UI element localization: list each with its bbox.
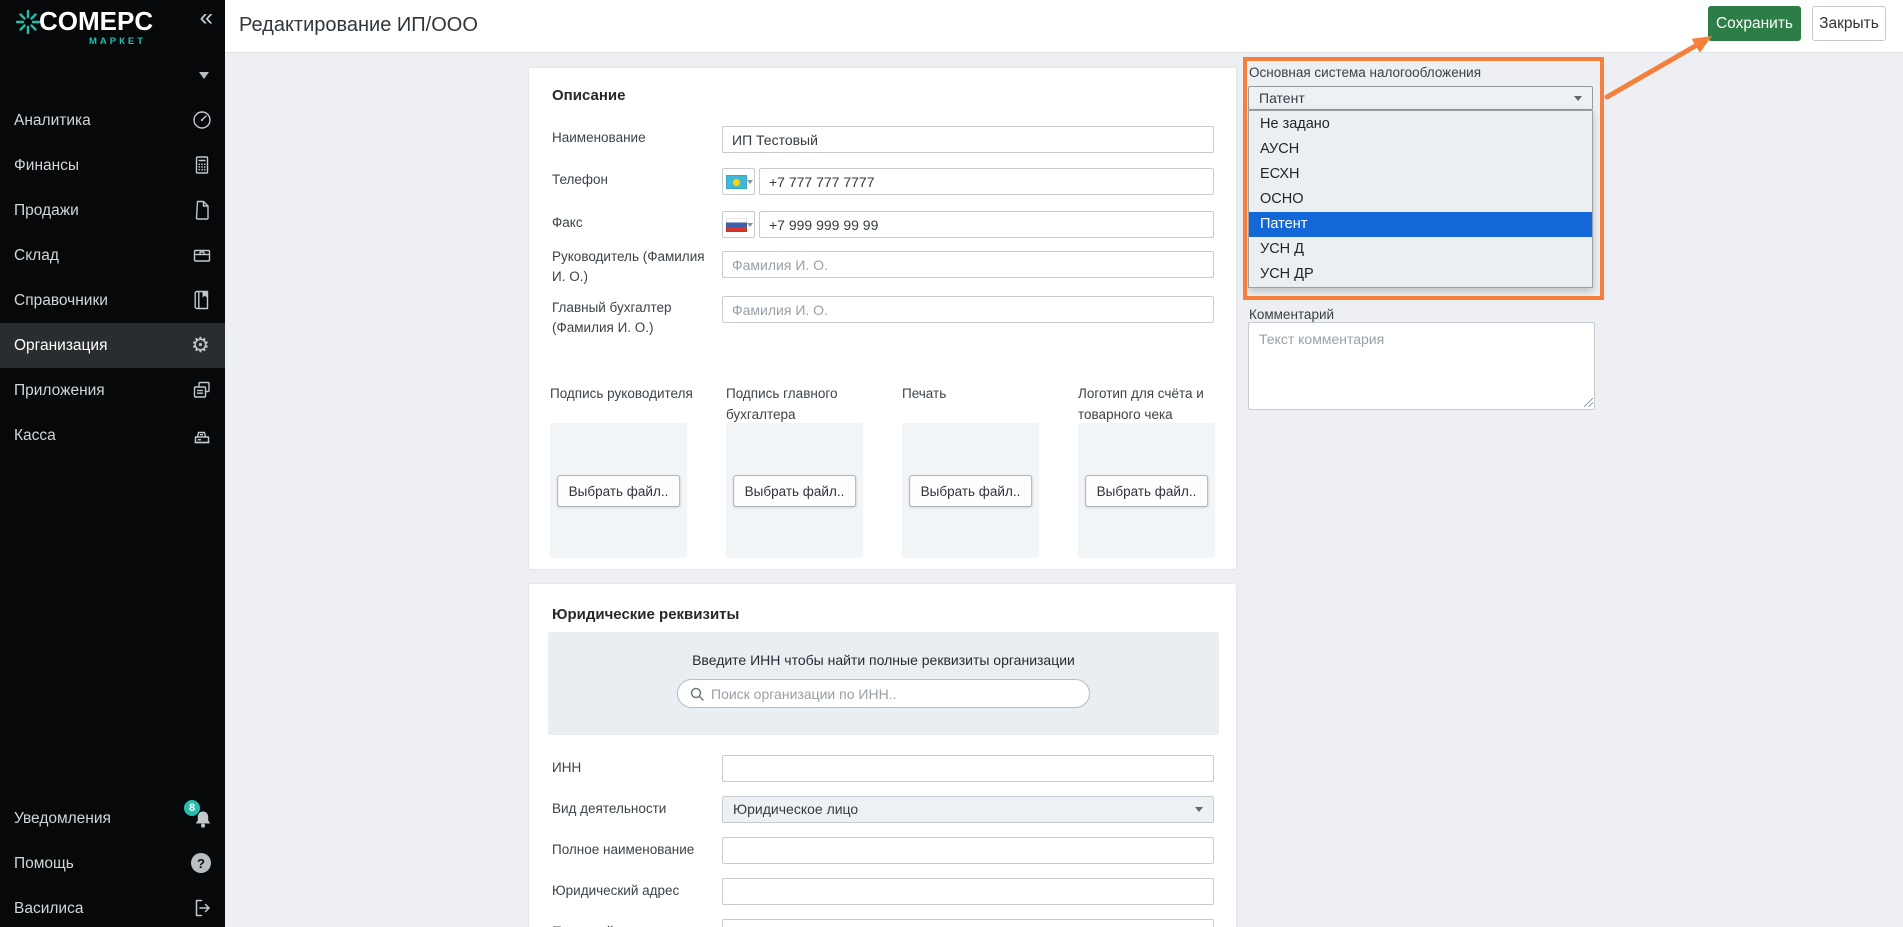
choose-file-button[interactable]: Выбрать файл..: [1085, 475, 1209, 507]
tax-option[interactable]: АУСН: [1249, 136, 1592, 161]
fax-label: Факс: [552, 213, 720, 233]
chevron-down-icon: [1574, 96, 1582, 101]
tax-option[interactable]: Не задано: [1249, 111, 1592, 136]
activity-type-value: Юридическое лицо: [733, 797, 858, 822]
upload-dropzone[interactable]: Выбрать файл..: [1078, 423, 1215, 558]
page-title: Редактирование ИП/ООО: [239, 14, 478, 37]
name-input[interactable]: [722, 126, 1214, 153]
sidebar-collapse-icon[interactable]: «: [200, 4, 213, 33]
director-input[interactable]: [722, 251, 1214, 278]
sidebar-item-applications[interactable]: Приложения: [0, 368, 225, 413]
comment-label: Комментарий: [1249, 307, 1334, 322]
tax-option[interactable]: УСН ДР: [1249, 262, 1592, 287]
sidebar: COMEPC МАРКЕТ « Аналитика Финансы: [0, 0, 225, 927]
tax-system-select[interactable]: Патент: [1248, 86, 1593, 110]
fax-input[interactable]: [759, 211, 1214, 238]
gear-icon: ⚙: [191, 334, 213, 356]
inn-label: ИНН: [552, 758, 720, 778]
sidebar-item-warehouse[interactable]: Склад: [0, 233, 225, 278]
tax-system-label: Основная система налогообложения: [1249, 65, 1481, 80]
chevron-down-icon[interactable]: [199, 72, 209, 79]
brand-subtitle: МАРКЕТ: [89, 36, 146, 47]
tax-option[interactable]: ЕСХН: [1249, 161, 1592, 186]
accountant-label: Главный бухгалтер (Фамилия И. О.): [552, 298, 720, 337]
kazakhstan-flag-icon: [726, 175, 747, 189]
postal-address-input[interactable]: [722, 919, 1214, 927]
inn-search-panel: Введите ИНН чтобы найти полные реквизиты…: [548, 632, 1219, 735]
legal-address-label: Юридический адрес: [552, 881, 720, 901]
tax-option[interactable]: Патент: [1249, 212, 1592, 237]
tax-system-dropdown: Не задано АУСН ЕСХН ОСНО Патент УСН Д УС…: [1248, 110, 1593, 288]
box-icon: [191, 244, 213, 266]
upload-dropzone[interactable]: Выбрать файл..: [726, 423, 863, 558]
sidebar-item-notifications[interactable]: Уведомления 8: [0, 796, 225, 841]
inn-input[interactable]: [722, 755, 1214, 782]
director-label: Руководитель (Фамилия И. О.): [552, 247, 720, 286]
apps-icon: [191, 379, 213, 401]
accountant-input[interactable]: [722, 296, 1214, 323]
cash-register-icon: [191, 424, 213, 446]
choose-file-button[interactable]: Выбрать файл..: [909, 475, 1033, 507]
section-title-legal: Юридические реквизиты: [552, 606, 739, 623]
sidebar-item-directories[interactable]: Справочники: [0, 278, 225, 323]
starburst-icon: [15, 9, 41, 35]
inn-search-field: [677, 679, 1090, 708]
phone-country-select[interactable]: [722, 168, 755, 195]
sidebar-item-cashdesk[interactable]: Касса: [0, 413, 225, 458]
choose-file-button[interactable]: Выбрать файл..: [733, 475, 857, 507]
bell-icon: [192, 809, 214, 831]
app-window: COMEPC МАРКЕТ « Аналитика Финансы: [0, 0, 1903, 927]
close-button[interactable]: Закрыть: [1812, 6, 1886, 41]
chevron-down-icon: [747, 223, 753, 227]
legal-details-card: Юридические реквизиты Введите ИНН чтобы …: [528, 583, 1237, 927]
calculator-icon: [191, 154, 213, 176]
full-name-input[interactable]: [722, 837, 1214, 864]
upload-dropzone[interactable]: Выбрать файл..: [902, 423, 1039, 558]
logout-icon: [191, 897, 213, 919]
comment-textarea[interactable]: [1248, 322, 1595, 410]
tax-option[interactable]: ОСНО: [1249, 186, 1592, 211]
full-name-label: Полное наименование: [552, 840, 720, 860]
sidebar-item-organization[interactable]: Организация ⚙: [0, 323, 225, 368]
choose-file-button[interactable]: Выбрать файл..: [557, 475, 681, 507]
russia-flag-icon: [726, 218, 747, 232]
activity-type-label: Вид деятельности: [552, 799, 720, 819]
brand-name: COMEPC: [39, 6, 153, 37]
section-title-description: Описание: [552, 87, 625, 104]
fax-country-select[interactable]: [722, 211, 755, 238]
question-icon: ?: [191, 853, 213, 875]
sidebar-item-sales[interactable]: Продажи: [0, 188, 225, 233]
sidebar-item-finance[interactable]: Финансы: [0, 143, 225, 188]
postal-address-label: Почтовый адрес: [552, 922, 720, 927]
phone-label: Телефон: [552, 170, 720, 190]
inn-search-input[interactable]: [711, 681, 1081, 706]
sidebar-item-help[interactable]: Помощь ?: [0, 841, 225, 886]
sidebar-item-analytics[interactable]: Аналитика: [0, 98, 225, 143]
upload-dropzone[interactable]: Выбрать файл..: [550, 423, 687, 558]
book-icon: [191, 289, 213, 311]
legal-address-input[interactable]: [722, 878, 1214, 905]
brand-logo: COMEPC МАРКЕТ: [0, 0, 225, 60]
description-card: Описание Наименование Телефон Факс Руков…: [528, 67, 1237, 570]
gauge-icon: [191, 109, 213, 131]
chevron-down-icon: [1195, 807, 1203, 812]
phone-input[interactable]: [759, 168, 1214, 195]
name-label: Наименование: [552, 128, 720, 148]
tax-option[interactable]: УСН Д: [1249, 237, 1592, 262]
activity-type-select[interactable]: Юридическое лицо: [722, 796, 1214, 823]
page-header: Редактирование ИП/ООО Сохранить Закрыть: [225, 0, 1903, 53]
tax-system-selected-value: Патент: [1259, 87, 1305, 109]
content-area: Описание Наименование Телефон Факс Руков…: [225, 53, 1903, 927]
document-icon: [191, 199, 213, 221]
search-icon: [689, 686, 705, 702]
chevron-down-icon: [747, 180, 753, 184]
save-button[interactable]: Сохранить: [1708, 6, 1801, 41]
inn-hint-text: Введите ИНН чтобы найти полные реквизиты…: [548, 652, 1219, 668]
sidebar-item-user-logout[interactable]: Василиса: [0, 886, 225, 927]
